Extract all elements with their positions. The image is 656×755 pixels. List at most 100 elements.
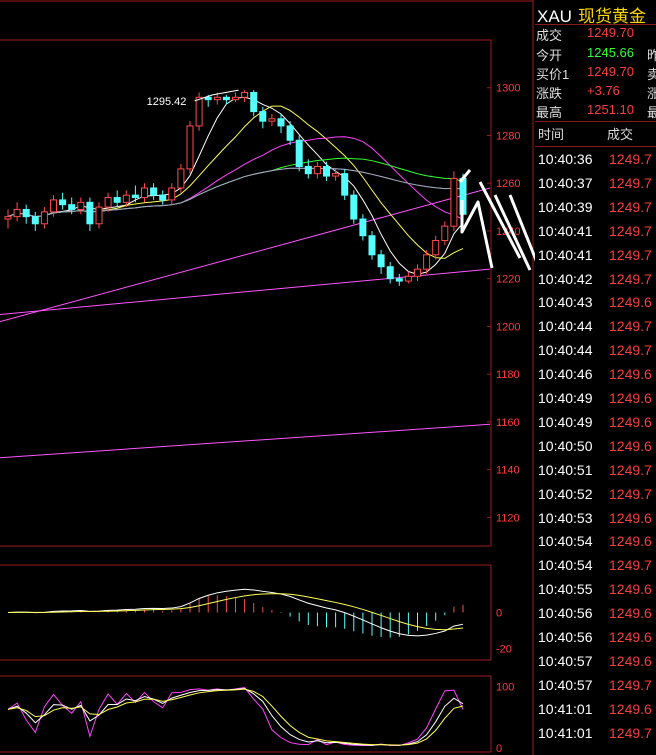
candle-body bbox=[277, 118, 285, 127]
quote-value: 1249.70 bbox=[587, 25, 634, 40]
tick-row: 10:40:50 1249.6 bbox=[535, 438, 656, 460]
tick-price: 1249.7 bbox=[609, 724, 652, 741]
quote-value: 1249.70 bbox=[587, 64, 634, 79]
candle-body bbox=[286, 125, 294, 141]
tick-row: 10:40:43 1249.6 bbox=[535, 294, 656, 316]
price-axis-label: 1180 bbox=[496, 369, 520, 381]
tick-row: 10:40:41 1249.7 bbox=[535, 247, 656, 269]
quote-label: 买价1 bbox=[536, 67, 570, 82]
price-axis-label: 1160 bbox=[496, 417, 520, 429]
candle-body bbox=[177, 168, 185, 189]
candle-body bbox=[222, 96, 230, 101]
candle-body bbox=[68, 204, 76, 210]
quote-label: 涨跌 bbox=[536, 86, 563, 101]
candle-body bbox=[414, 268, 421, 277]
ticks-header-time: 时间 bbox=[538, 127, 565, 142]
tick-time: 10:40:44 bbox=[538, 318, 593, 335]
candle-body bbox=[332, 173, 340, 177]
tick-price: 1249.6 bbox=[609, 390, 652, 406]
quote-row: 涨跌 +3.76 涨 bbox=[535, 83, 656, 103]
chart-borders bbox=[0, 0, 534, 755]
candle-body bbox=[77, 201, 85, 210]
candle-body bbox=[150, 187, 158, 196]
candle-body bbox=[104, 197, 112, 208]
tick-price: 1249.7 bbox=[609, 318, 652, 335]
candle-body bbox=[4, 216, 12, 220]
candle-body bbox=[377, 254, 385, 268]
tick-price: 1249.6 bbox=[609, 652, 652, 669]
tick-row: 10:40:54 1249.6 bbox=[535, 533, 656, 555]
tick-time: 10:40:52 bbox=[538, 485, 593, 502]
kdj-k-line bbox=[7, 687, 464, 746]
tick-time: 10:40:54 bbox=[538, 557, 593, 574]
candle-body bbox=[423, 254, 431, 270]
tick-time: 10:40:44 bbox=[538, 342, 593, 359]
tick-time: 10:40:54 bbox=[538, 533, 593, 550]
candle-body bbox=[204, 96, 212, 101]
candle-body bbox=[50, 199, 57, 213]
tick-row: 10:40:57 1249.6 bbox=[535, 653, 656, 675]
ma-line-10 bbox=[7, 105, 464, 259]
quote-row: 买价1 1249.70 卖 bbox=[535, 64, 656, 84]
candle-body bbox=[113, 197, 121, 203]
tick-time: 10:40:43 bbox=[538, 294, 593, 311]
tick-price: 1249.7 bbox=[609, 270, 652, 287]
candle-body bbox=[450, 177, 458, 227]
tick-row: 10:40:52 1249.7 bbox=[535, 486, 656, 508]
divider bbox=[535, 121, 656, 122]
quote-row: 最高 1251.10 最 bbox=[535, 102, 656, 122]
tick-time: 10:40:41 bbox=[538, 246, 593, 263]
quote-label: 最高 bbox=[536, 105, 563, 120]
tick-time: 10:40:57 bbox=[538, 676, 593, 693]
tick-price: 1249.7 bbox=[609, 557, 652, 574]
tick-time: 10:40:55 bbox=[538, 581, 593, 598]
macd-dif-line bbox=[7, 588, 464, 637]
tick-time: 10:40:56 bbox=[538, 605, 593, 622]
price-panel-border bbox=[0, 39, 492, 547]
tick-time: 10:41:01 bbox=[538, 700, 593, 717]
tick-row: 10:41:01 1249.6 bbox=[535, 701, 656, 723]
tick-row: 10:40:53 1249.6 bbox=[535, 510, 656, 532]
candle-body bbox=[195, 96, 203, 127]
tick-time: 10:40:42 bbox=[538, 270, 593, 287]
tick-row: 10:40:37 1249.7 bbox=[535, 175, 656, 197]
candle-body bbox=[59, 199, 67, 206]
ma-line-5 bbox=[7, 96, 464, 275]
rsi-panel-border bbox=[0, 675, 492, 753]
candle-body bbox=[122, 194, 130, 203]
tick-time: 10:40:57 bbox=[538, 652, 593, 669]
candle-body bbox=[341, 173, 349, 196]
tick-row: 10:40:54 1249.7 bbox=[535, 557, 656, 579]
tick-row: 10:40:44 1249.7 bbox=[535, 318, 656, 340]
rsi-axis-label: 0 bbox=[496, 743, 502, 755]
tick-row: 10:40:36 1249.7 bbox=[535, 151, 656, 173]
candle-body bbox=[368, 235, 376, 256]
candle-body bbox=[31, 216, 39, 225]
macd-panel: 0 -20 bbox=[7, 588, 512, 655]
candle-body bbox=[323, 166, 330, 177]
ma-line-60 bbox=[7, 167, 464, 218]
tick-row: 10:41:01 1249.7 bbox=[535, 725, 656, 747]
tick-price: 1249.7 bbox=[609, 342, 652, 359]
tick-row: 10:40:41 1249.7 bbox=[535, 223, 656, 245]
candle-body bbox=[232, 96, 239, 101]
price-axis-label: 1260 bbox=[496, 178, 520, 190]
candle-body bbox=[395, 278, 403, 282]
candle-body bbox=[268, 118, 276, 122]
ma-line-20 bbox=[7, 136, 464, 220]
trend-lines bbox=[0, 187, 491, 459]
candle-body bbox=[131, 194, 139, 199]
quote-value: +3.76 bbox=[587, 83, 620, 98]
quote-side-label: 卖 bbox=[647, 67, 656, 82]
candle-body bbox=[141, 187, 148, 199]
candle-body bbox=[86, 201, 94, 225]
candle-body bbox=[186, 125, 194, 170]
candle-body bbox=[304, 166, 312, 175]
tick-time: 10:41:01 bbox=[538, 724, 593, 741]
tick-time: 10:40:50 bbox=[538, 437, 593, 454]
tick-price: 1249.6 bbox=[609, 413, 652, 430]
price-axis-labels: 1300128012601240122012001180116011401120 bbox=[496, 83, 520, 525]
tick-time: 10:40:49 bbox=[538, 390, 593, 406]
tick-price: 1249.6 bbox=[609, 509, 652, 526]
price-grid bbox=[487, 87, 491, 518]
